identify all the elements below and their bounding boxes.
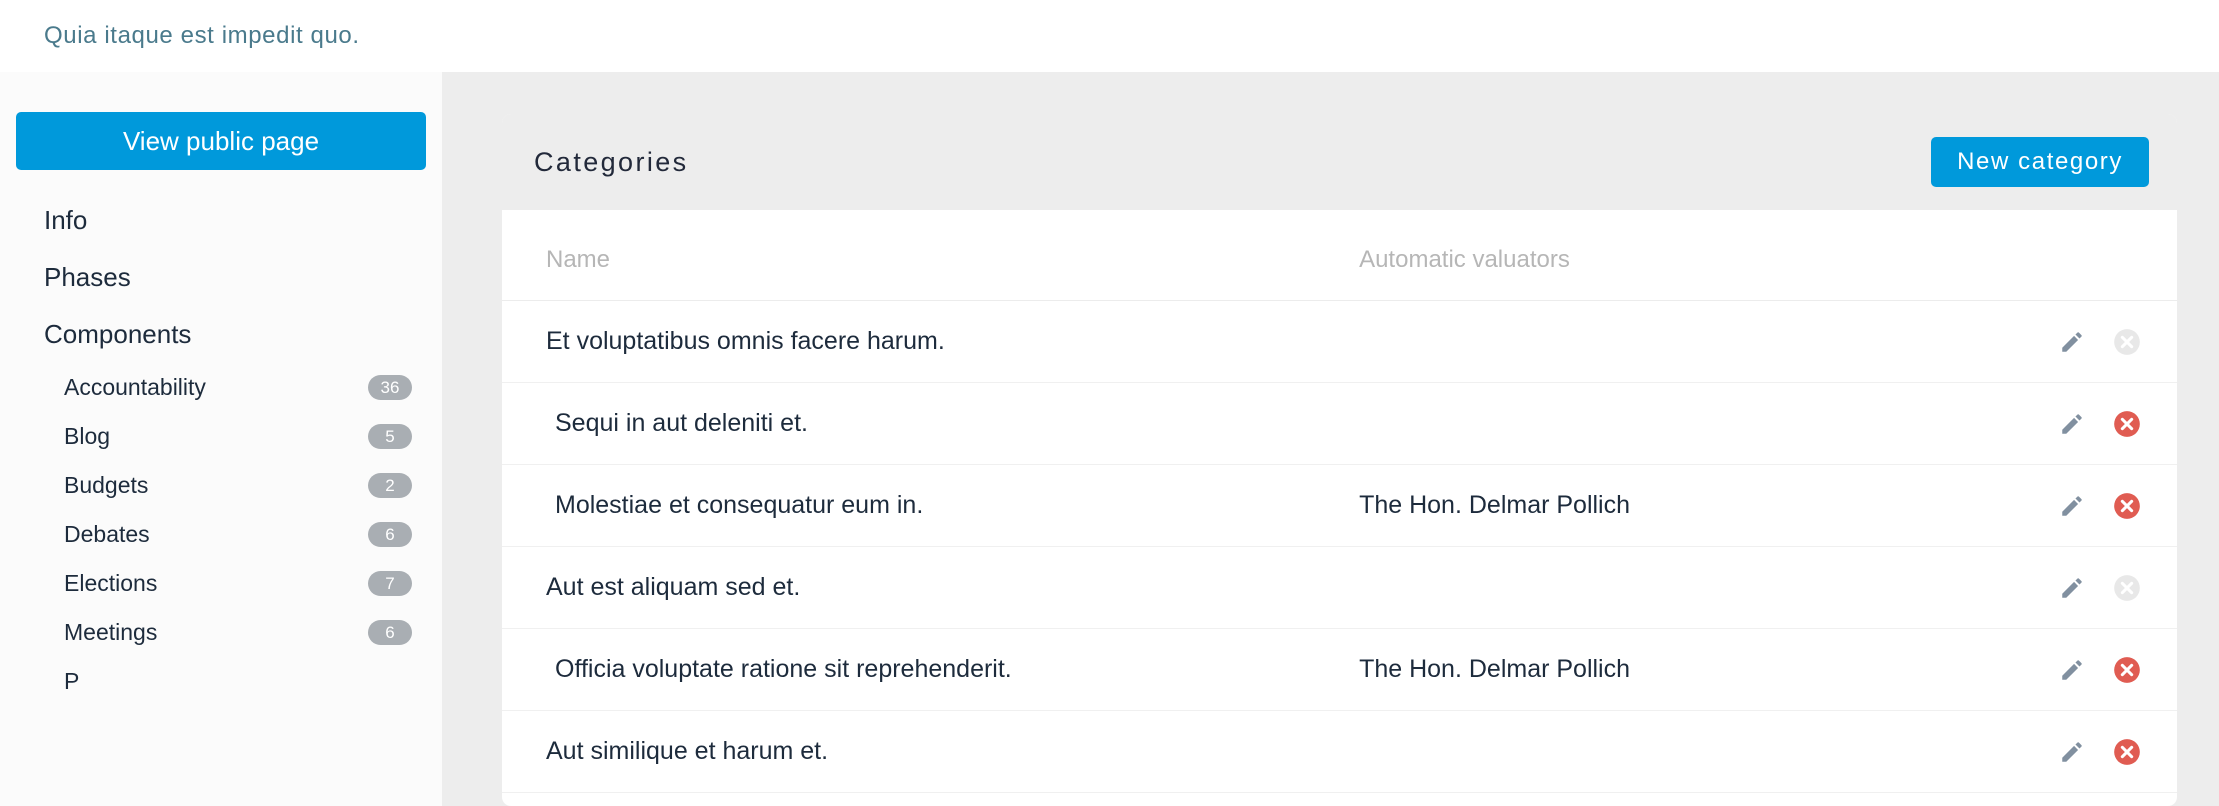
table-row: Sequi in aut deleniti et. (502, 382, 2177, 465)
category-actions-cell (1958, 710, 2177, 793)
edit-category-button[interactable] (2059, 329, 2085, 355)
row-actions (1958, 738, 2177, 766)
edit-category-button[interactable] (2059, 575, 2085, 601)
categories-card: Categories New category Name Automatic v… (502, 114, 2177, 806)
delete-category-button[interactable] (2113, 410, 2141, 438)
card-header: Categories New category (502, 114, 2177, 210)
row-actions (1958, 574, 2177, 602)
category-actions-cell (1958, 628, 2177, 711)
table-row: Molestiae et consequatur eum in. The Hon… (502, 464, 2177, 547)
x-circle-icon (2114, 328, 2140, 355)
category-actions-cell (1958, 382, 2177, 465)
sidebar-item-info[interactable]: Info (16, 192, 426, 249)
x-circle-icon (2114, 410, 2140, 437)
sidebar-item-label: Debates (64, 521, 150, 547)
column-header-actions (1958, 210, 2177, 301)
categories-table: Name Automatic valuators Et voluptatibus… (502, 210, 2177, 793)
pencil-icon (2062, 659, 2082, 680)
pencil-icon (2062, 495, 2082, 516)
row-actions (1958, 410, 2177, 438)
edit-category-button[interactable] (2059, 657, 2085, 683)
top-bar: Quia itaque est impedit quo. (0, 0, 2219, 72)
edit-category-button[interactable] (2059, 739, 2085, 765)
sidebar-item-count-badge: 2 (368, 472, 412, 499)
category-actions-cell (1958, 464, 2177, 547)
category-name-cell: Aut est aliquam sed et. (502, 546, 1360, 629)
table-row: Aut est aliquam sed et. (502, 546, 2177, 629)
row-actions (1958, 656, 2177, 684)
edit-category-button[interactable] (2059, 493, 2085, 519)
view-public-page-button[interactable]: View public page (16, 112, 426, 170)
category-name-cell: Sequi in aut deleniti et. (502, 382, 1360, 465)
category-name-cell: Aut similique et harum et. (502, 710, 1360, 793)
sidebar-item-label: Blog (64, 423, 111, 449)
sidebar-item-blog[interactable]: Blog 5 (16, 412, 426, 461)
x-circle-icon (2114, 574, 2140, 601)
sidebar-item-components[interactable]: Components (16, 306, 426, 363)
sidebar-primary-nav: Info Phases Components (16, 192, 426, 363)
delete-category-button[interactable] (2113, 656, 2141, 684)
table-row: Aut similique et harum et. (502, 710, 2177, 793)
table-row: Et voluptatibus omnis facere harum. (502, 300, 2177, 383)
category-name-cell: Molestiae et consequatur eum in. (502, 464, 1360, 547)
category-actions-cell (1958, 546, 2177, 629)
sidebar: View public page Info Phases Components … (0, 72, 442, 806)
column-header-automatic-valuators: Automatic valuators (1359, 210, 1959, 301)
sidebar-item-phases[interactable]: Phases (16, 249, 426, 306)
new-category-button[interactable]: New category (1931, 137, 2149, 187)
delete-category-button[interactable] (2113, 492, 2141, 520)
sidebar-item-elections[interactable]: Elections 7 (16, 559, 426, 608)
pencil-icon (2062, 741, 2082, 762)
delete-category-button (2113, 328, 2141, 356)
delete-category-button[interactable] (2113, 738, 2141, 766)
row-actions (1958, 328, 2177, 356)
category-valuators-cell: The Hon. Delmar Pollich (1359, 464, 1959, 547)
category-name-cell: Officia voluptate ratione sit reprehende… (502, 628, 1360, 711)
sidebar-item-accountability[interactable]: Accountability 36 (16, 363, 426, 412)
sidebar-inner: View public page Info Phases Components … (0, 112, 442, 706)
pencil-icon (2062, 577, 2082, 598)
table-body: Et voluptatibus omnis facere harum. Sequ… (502, 300, 2177, 793)
sidebar-item-budgets[interactable]: Budgets 2 (16, 461, 426, 510)
pencil-icon (2062, 331, 2082, 352)
category-valuators-cell (1359, 710, 1959, 793)
sidebar-item-label: P (64, 668, 80, 694)
sidebar-item-label: Accountability (64, 374, 206, 400)
sidebar-item-label: Budgets (64, 472, 149, 498)
sidebar-item-meetings[interactable]: Meetings 6 (16, 608, 426, 657)
column-header-name: Name (502, 210, 1360, 301)
table-head: Name Automatic valuators (502, 210, 2177, 301)
table-header-row: Name Automatic valuators (502, 210, 2177, 301)
participatory-process-title: Quia itaque est impedit quo. (44, 22, 360, 49)
delete-category-button (2113, 574, 2141, 602)
sidebar-item-label: Elections (64, 570, 158, 596)
main-content: Categories New category Name Automatic v… (442, 72, 2219, 806)
table-row: Officia voluptate ratione sit reprehende… (502, 628, 2177, 711)
sidebar-item-count-badge: 36 (368, 374, 412, 401)
sidebar-item-next-truncated[interactable]: P (16, 657, 426, 706)
page-title: Categories (534, 146, 689, 177)
category-name-cell: Et voluptatibus omnis facere harum. (502, 300, 1360, 383)
category-valuators-cell (1359, 300, 1959, 383)
sidebar-item-count-badge: 6 (368, 619, 412, 646)
row-actions (1958, 492, 2177, 520)
page-body: View public page Info Phases Components … (0, 72, 2219, 806)
category-valuators-cell (1359, 546, 1959, 629)
sidebar-components-list: Accountability 36 Blog 5 Budgets 2 Debat… (16, 363, 426, 706)
sidebar-item-count-badge: 5 (368, 423, 412, 450)
pencil-icon (2062, 413, 2082, 434)
sidebar-item-count-badge: 7 (368, 570, 412, 597)
edit-category-button[interactable] (2059, 411, 2085, 437)
category-actions-cell (1958, 300, 2177, 383)
sidebar-item-count-badge: 6 (368, 521, 412, 548)
x-circle-icon (2114, 738, 2140, 765)
category-valuators-cell (1359, 382, 1959, 465)
category-valuators-cell: The Hon. Delmar Pollich (1359, 628, 1959, 711)
x-circle-icon (2114, 492, 2140, 519)
sidebar-item-debates[interactable]: Debates 6 (16, 510, 426, 559)
sidebar-item-label: Meetings (64, 619, 158, 645)
x-circle-icon (2114, 656, 2140, 683)
